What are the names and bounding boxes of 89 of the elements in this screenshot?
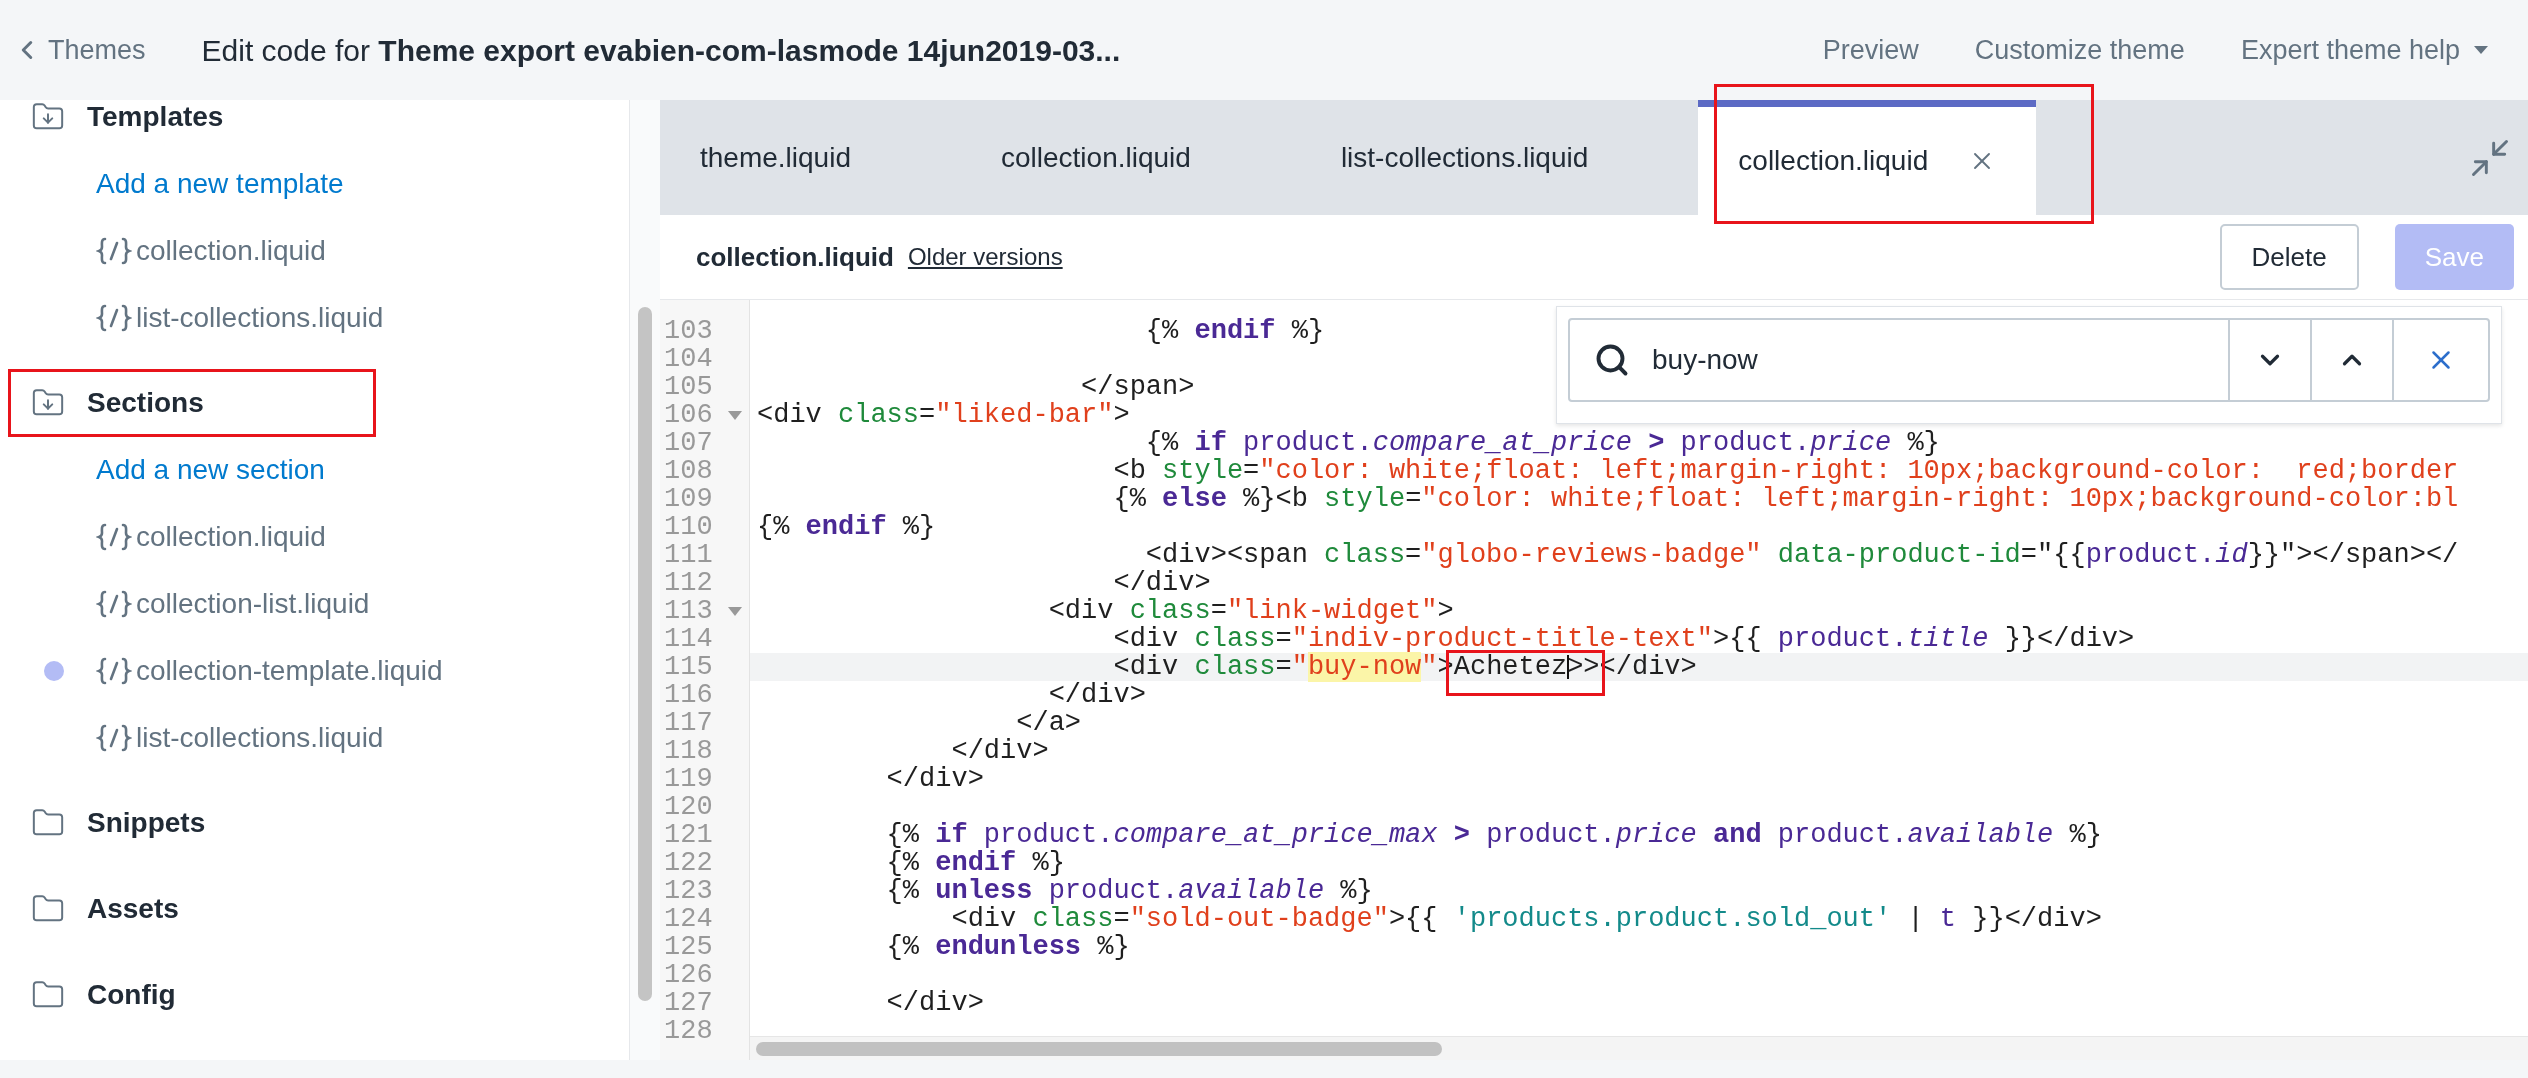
line-number: 118 [664, 737, 713, 765]
code-line: </div> [885, 765, 984, 793]
line-number: 109 [664, 485, 713, 513]
header-button[interactable]: Delete [2219, 224, 2359, 290]
file-name: collection-template.liquid [136, 653, 443, 688]
code-line: {% endif %} [756, 513, 936, 541]
line-number: 124 [664, 905, 713, 933]
fold-icon[interactable] [728, 411, 742, 420]
line-number: 106 [664, 401, 713, 429]
scrollbar-thumb[interactable] [756, 1041, 1442, 1056]
line-number: 120 [664, 793, 713, 821]
code-line: </div> [1047, 681, 1146, 709]
file-name: list-collections.liquid [136, 300, 384, 335]
code-line: {% else %}<b style="color: white;float: left;margin-right: 10px;background-color:bl [1112, 485, 2459, 513]
line-number: 107 [664, 429, 713, 457]
code-line: </a> [1015, 709, 1082, 737]
line-number: 111 [664, 541, 713, 569]
line-number: 126 [664, 961, 713, 989]
folder-item[interactable]: Config [8, 961, 376, 1029]
help-menu-button[interactable]: Expert theme help [2240, 29, 2488, 71]
code-line: <div class="indiv-product-title-text">{{ product.title }}</div> [1112, 625, 2135, 653]
file-item[interactable]: collection-template.liquid [96, 649, 443, 692]
code-line: <div><span class="globo-reviews-badge" data-product-id="{{product.id}}"></span></ [1144, 541, 2459, 569]
line-number: 128 [664, 1017, 713, 1045]
code-file-icon [96, 302, 132, 333]
file-name: list-collections.liquid [136, 720, 384, 755]
code-file-icon [96, 722, 132, 753]
folder-item[interactable]: Sections [8, 369, 376, 437]
code-file-icon [96, 588, 132, 619]
code-file-icon [96, 655, 132, 686]
file-name: collection-list.liquid [136, 586, 370, 621]
file-tab[interactable]: list-collections.liquid [1300, 100, 1699, 215]
fold-icon[interactable] [728, 607, 742, 616]
caret-icon [2474, 46, 2488, 54]
file-item[interactable]: collection-list.liquid [96, 582, 370, 625]
scrollbar-thumb[interactable] [638, 307, 652, 1001]
code-line: {% if product.compare_at_price > product.price %} [1144, 429, 1940, 457]
line-number: 112 [664, 569, 713, 597]
code-line: <div class="liked-bar"> [756, 401, 1130, 429]
file-name: collection.liquid [136, 519, 326, 554]
older-versions-link[interactable]: Older versions [907, 239, 1063, 275]
file-tab[interactable]: collection.liquid [1698, 100, 2037, 215]
folder-item[interactable]: Snippets [8, 789, 376, 857]
code-line: <div class="sold-out-badge">{{ 'products.product.sold_out' | t }}</div> [950, 905, 2102, 933]
file-tab[interactable]: theme.liquid [660, 100, 961, 215]
code-file-icon [96, 521, 132, 552]
back-link[interactable]: Themes [12, 29, 146, 71]
file-item[interactable]: collection.liquid [96, 229, 326, 272]
line-number: 115 [664, 653, 713, 681]
code-line: </div> [1112, 569, 1211, 597]
page-title: Edit code for Theme export evabien-com-lasmode 14jun2019-03... [201, 32, 1121, 69]
line-number: 114 [664, 625, 713, 653]
line-number: 119 [664, 765, 713, 793]
header-action-link[interactable]: Preview [1822, 29, 1919, 71]
code-file-icon [96, 235, 132, 266]
line-number: 127 [664, 989, 713, 1017]
code-line: {% endif %} [885, 849, 1065, 877]
code-line: <div class="link-widget"> [1047, 597, 1454, 625]
line-number: 122 [664, 849, 713, 877]
folder-item[interactable]: Assets [8, 875, 376, 943]
folder-item[interactable]: Templates [8, 100, 376, 151]
header-action-link[interactable]: Customize theme [1974, 29, 2185, 71]
code-line: </div> [885, 989, 984, 1017]
line-number: 125 [664, 933, 713, 961]
line-number: 108 [664, 457, 713, 485]
code-line: <b style="color: white;float: left;margin-right: 10px;background-color: red;border [1112, 457, 2459, 485]
code-line: {% endunless %} [885, 933, 1130, 961]
line-number: 105 [664, 373, 713, 401]
line-number: 103 [664, 317, 713, 345]
add-file-link[interactable]: Add a new section [96, 449, 325, 491]
code-line: {% endif %} [1144, 317, 1325, 345]
line-number: 104 [664, 345, 713, 373]
code-line: </span> [1080, 373, 1195, 401]
line-number: 117 [664, 709, 713, 737]
line-number: 116 [664, 681, 713, 709]
file-item[interactable]: collection.liquid [96, 515, 326, 558]
code-line: {% if product.compare_at_price_max > product.price and product.available %} [885, 821, 2102, 849]
line-number: 113 [664, 597, 713, 625]
file-tab[interactable]: collection.liquid [961, 100, 1301, 215]
line-number: 123 [664, 877, 713, 905]
code-line: {% unless product.available %} [885, 877, 1373, 905]
file-item[interactable]: list-collections.liquid [96, 716, 384, 759]
code-line: </div> [950, 737, 1049, 765]
file-item[interactable]: list-collections.liquid [96, 296, 384, 339]
file-name: collection.liquid [136, 233, 326, 268]
line-number: 121 [664, 821, 713, 849]
line-number: 110 [664, 513, 713, 541]
add-file-link[interactable]: Add a new template [96, 163, 344, 205]
file-title: collection.liquid [696, 240, 894, 274]
